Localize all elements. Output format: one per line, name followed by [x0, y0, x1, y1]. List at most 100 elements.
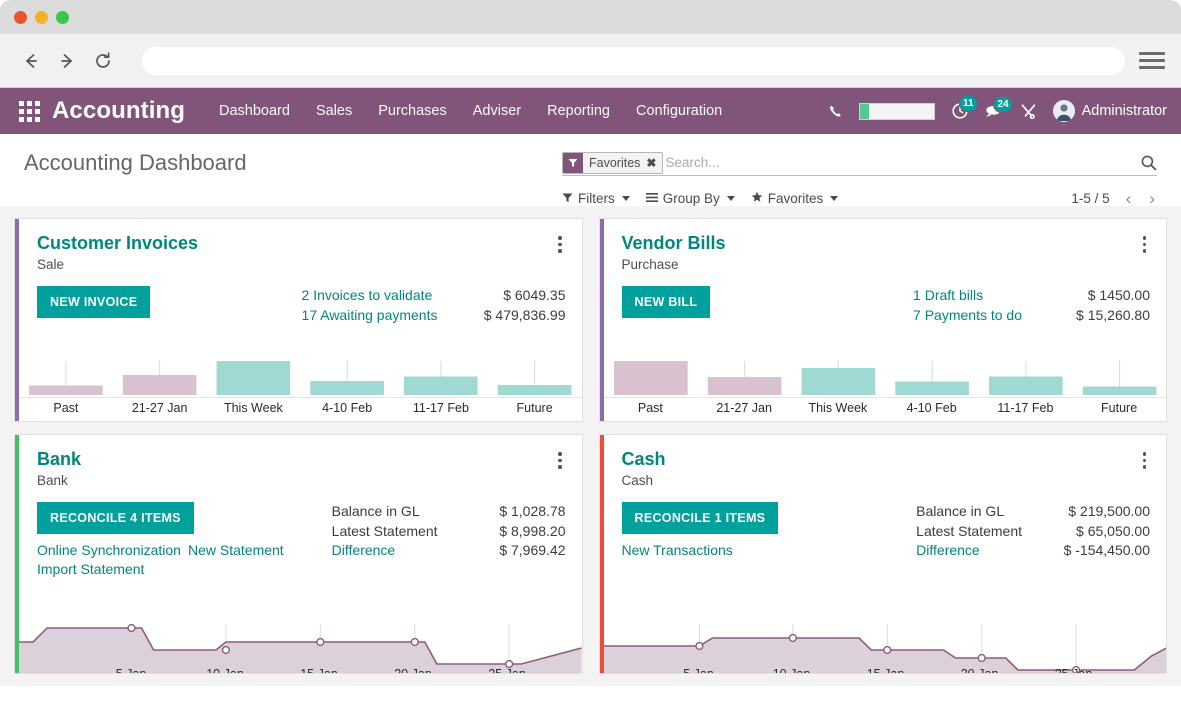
address-bar[interactable] [142, 47, 1125, 75]
bar-chart-axis-labels: Past 21-27 Jan This Week 4-10 Feb 11-17 … [19, 397, 582, 421]
stat-value-difference: $ -154,450.00 [1048, 541, 1150, 561]
reconcile-items-button[interactable]: RECONCILE 4 ITEMS [37, 502, 194, 534]
pager-next-button[interactable]: › [1147, 190, 1157, 207]
journal-card-customer-invoices: Customer Invoices Sale NEW INVOICE 2 Inv… [14, 218, 583, 422]
nav-item-reporting[interactable]: Reporting [547, 103, 610, 119]
pager-previous-button[interactable]: ‹ [1124, 190, 1134, 207]
group-by-label: Group By [663, 191, 720, 206]
chevron-down-icon [830, 196, 838, 201]
nav-item-dashboard[interactable]: Dashboard [219, 103, 290, 119]
activity-count-badge: 11 [959, 95, 978, 112]
bar-label-future: Future [488, 398, 582, 421]
area-chart-axis-labels: 5 Jan 10 Jan 15 Jan 20 Jan 25 Jan [604, 664, 1167, 673]
link-new-statement[interactable]: New Statement [188, 541, 284, 560]
navbar-right-tools: 11 24 [828, 100, 1167, 122]
tick-10-jan: 10 Jan [206, 664, 244, 674]
card-title[interactable]: Bank [37, 449, 81, 470]
hamburger-menu-icon[interactable] [1139, 50, 1165, 72]
card-subtitle: Sale [37, 257, 198, 272]
bar-label-21-27-jan: 21-27 Jan [113, 398, 207, 421]
bar-label-4-10-feb: 4-10 Feb [885, 398, 979, 421]
user-name-label: Administrator [1082, 103, 1167, 119]
tick-10-jan: 10 Jan [773, 664, 811, 674]
forward-arrow-icon[interactable] [52, 46, 82, 76]
tick-25-jan: 25 Jan [488, 664, 526, 674]
search-facet-favorites[interactable]: Favorites ✖ [562, 152, 663, 174]
user-menu[interactable]: Administrator [1053, 100, 1167, 122]
chevron-down-icon [622, 196, 630, 201]
stat-label-difference[interactable]: Difference [916, 541, 1022, 561]
messages-count-badge: 24 [993, 96, 1012, 113]
favorites-dropdown[interactable]: Favorites [751, 191, 839, 206]
card-area-chart: 5 Jan 10 Jan 15 Jan 20 Jan 25 Jan [19, 616, 582, 673]
stat-label-payments-to-do[interactable]: 7 Payments to do [913, 306, 1022, 326]
card-kebab-menu-icon[interactable] [1139, 449, 1151, 472]
nav-item-configuration[interactable]: Configuration [636, 103, 722, 119]
app-brand-title[interactable]: Accounting [52, 97, 185, 125]
reload-icon[interactable] [88, 46, 118, 76]
stat-value-latest-statement: $ 8,998.20 [464, 522, 566, 542]
tick-5-jan: 5 Jan [683, 664, 714, 674]
bar-label-11-17-feb: 11-17 Feb [394, 398, 488, 421]
stat-value-balance-in-gl: $ 219,500.00 [1048, 502, 1150, 522]
phone-icon[interactable] [828, 104, 843, 119]
card-title[interactable]: Vendor Bills [622, 233, 726, 254]
new-invoice-button[interactable]: NEW INVOICE [37, 286, 150, 318]
stat-label-latest-statement: Latest Statement [332, 522, 438, 542]
journal-card-vendor-bills: Vendor Bills Purchase NEW BILL 1 Draft b… [599, 218, 1168, 422]
window-minimize-button[interactable] [35, 11, 48, 24]
bar-label-past: Past [604, 398, 698, 421]
bar-chart-bars [614, 361, 1156, 395]
bar-chart-svg [19, 335, 582, 397]
reconcile-items-button[interactable]: RECONCILE 1 ITEMS [622, 502, 779, 534]
new-bill-button[interactable]: NEW BILL [622, 286, 711, 318]
card-links: Online Synchronization New Statement Imp… [37, 541, 284, 579]
stat-label-difference[interactable]: Difference [332, 541, 438, 561]
card-title[interactable]: Cash [622, 449, 666, 470]
stat-label-invoices-to-validate[interactable]: 2 Invoices to validate [302, 286, 438, 306]
stat-label-awaiting-payments[interactable]: 17 Awaiting payments [302, 306, 438, 326]
favorites-label: Favorites [768, 191, 824, 206]
bar-chart-bars [29, 361, 571, 395]
area-label-5-jan [19, 664, 131, 673]
filter-row: Filters Group By Favorit [562, 190, 1157, 207]
activity-clock-icon[interactable]: 11 [951, 102, 969, 120]
window-close-button[interactable] [14, 11, 27, 24]
stat-label-draft-bills[interactable]: 1 Draft bills [913, 286, 1022, 306]
pager-count: 1-5 / 5 [1071, 191, 1109, 206]
group-by-dropdown[interactable]: Group By [646, 191, 735, 206]
nav-item-purchases[interactable]: Purchases [378, 103, 447, 119]
tools-icon[interactable] [1020, 103, 1037, 120]
stat-value-draft-bills: $ 1450.00 [1048, 286, 1150, 306]
search-icon[interactable] [1132, 154, 1157, 171]
search-facet-remove-icon[interactable]: ✖ [644, 153, 662, 173]
chevron-down-icon [727, 196, 735, 201]
search-view: Favorites ✖ [562, 150, 1157, 176]
search-area: Favorites ✖ Filter [562, 150, 1157, 207]
window-maximize-button[interactable] [56, 11, 69, 24]
card-bar-chart: Past 21-27 Jan This Week 4-10 Feb 11-17 … [19, 335, 582, 421]
card-kebab-menu-icon[interactable] [554, 233, 566, 256]
search-input[interactable] [665, 152, 1132, 174]
nav-item-sales[interactable]: Sales [316, 103, 352, 119]
apps-grid-icon[interactable] [16, 98, 42, 124]
link-online-synchronization[interactable]: Online Synchronization [37, 541, 181, 560]
bar-label-this-week: This Week [207, 398, 301, 421]
stat-value-difference: $ 7,969.42 [464, 541, 566, 561]
bar-label-21-27-jan: 21-27 Jan [697, 398, 791, 421]
filter-buttons: Filters Group By Favorit [562, 191, 838, 206]
messages-chat-icon[interactable]: 24 [985, 103, 1004, 119]
card-kebab-menu-icon[interactable] [1139, 233, 1151, 256]
control-panel: Accounting Dashboard Favorites ✖ [0, 134, 1181, 206]
card-title[interactable]: Customer Invoices [37, 233, 198, 254]
card-kebab-menu-icon[interactable] [554, 449, 566, 472]
journal-card-bank: Bank Bank RECONCILE 4 ITEMS Online Synch… [14, 434, 583, 674]
filters-dropdown[interactable]: Filters [562, 191, 630, 206]
card-subtitle: Purchase [622, 257, 726, 272]
back-arrow-icon[interactable] [16, 46, 46, 76]
link-new-transactions[interactable]: New Transactions [622, 541, 779, 560]
bar-chart-axis-labels: Past 21-27 Jan This Week 4-10 Feb 11-17 … [604, 397, 1167, 421]
nav-item-adviser[interactable]: Adviser [473, 103, 521, 119]
link-import-statement[interactable]: Import Statement [37, 560, 284, 579]
browser-window: Accounting Dashboard Sales Purchases Adv… [0, 0, 1181, 702]
